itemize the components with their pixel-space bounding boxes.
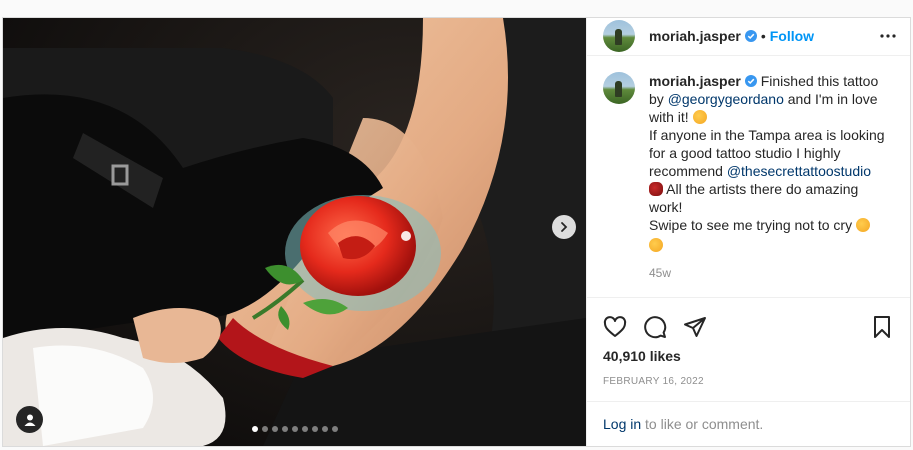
post-card: moriah.jasper • Follow moriah.jasper Fin… <box>2 17 911 447</box>
likes-count[interactable]: 40,910 likes <box>587 344 910 364</box>
caption-username[interactable]: moriah.jasper <box>649 73 741 89</box>
like-button[interactable] <box>603 315 627 339</box>
login-prompt-text: to like or comment. <box>641 416 764 432</box>
verified-badge-icon <box>744 74 757 87</box>
comment-icon <box>644 316 667 339</box>
caption-line-2b: All the artists there do amazing work! <box>649 180 859 215</box>
caption-section: moriah.jasper Finished this tattoo by @g… <box>587 56 910 299</box>
post-header: moriah.jasper • Follow <box>587 18 910 56</box>
username-link[interactable]: moriah.jasper <box>649 28 741 44</box>
save-button[interactable] <box>870 315 894 339</box>
carousel-dot <box>281 426 288 432</box>
heart-icon <box>603 316 627 338</box>
mention-link[interactable]: @georgygeordano <box>668 91 784 107</box>
carousel-dot <box>291 426 298 432</box>
carousel-dot <box>301 426 308 432</box>
post-media[interactable] <box>3 18 586 446</box>
caption-timestamp[interactable]: 45w <box>649 264 894 282</box>
comment-button[interactable] <box>643 315 667 339</box>
post-date: FEBRUARY 16, 2022 <box>603 376 704 387</box>
mention-link[interactable]: @thesecrettattoostudio <box>727 163 871 179</box>
carousel-dot <box>311 426 318 432</box>
avatar[interactable] <box>603 20 635 53</box>
user-tag-icon <box>24 414 35 426</box>
post-side-panel: moriah.jasper • Follow moriah.jasper Fin… <box>586 18 910 446</box>
rose-emoji-icon <box>649 181 663 196</box>
carousel-dot <box>271 426 278 432</box>
follow-button[interactable]: Follow <box>770 28 814 44</box>
login-link[interactable]: Log in <box>603 416 641 432</box>
caption-line-3: Swipe to see me trying not to cry <box>649 216 856 233</box>
chevron-right-icon <box>561 222 568 232</box>
carousel-next-button[interactable] <box>552 215 576 239</box>
heart-eyes-emoji-icon <box>692 109 707 124</box>
caption-avatar[interactable] <box>603 71 635 104</box>
more-options-icon <box>880 34 896 38</box>
separator: • <box>760 28 766 45</box>
laughing-emoji-icon <box>855 217 870 232</box>
more-options-button[interactable] <box>878 26 898 46</box>
tattoo-photo <box>3 18 586 446</box>
carousel-dot <box>321 426 328 432</box>
share-icon <box>684 317 706 338</box>
caption-text: moriah.jasper Finished this tattoo by @g… <box>649 72 894 298</box>
share-button[interactable] <box>683 315 707 339</box>
carousel-dot <box>331 426 338 432</box>
carousel-dot <box>261 426 268 432</box>
login-prompt: Log in to like or comment. <box>587 401 910 446</box>
carousel-indicator <box>3 426 586 432</box>
action-bar <box>587 298 910 344</box>
grimacing-emoji-icon <box>649 237 663 252</box>
carousel-dot <box>251 426 258 432</box>
bookmark-icon <box>874 316 890 339</box>
verified-badge-icon <box>744 30 757 43</box>
